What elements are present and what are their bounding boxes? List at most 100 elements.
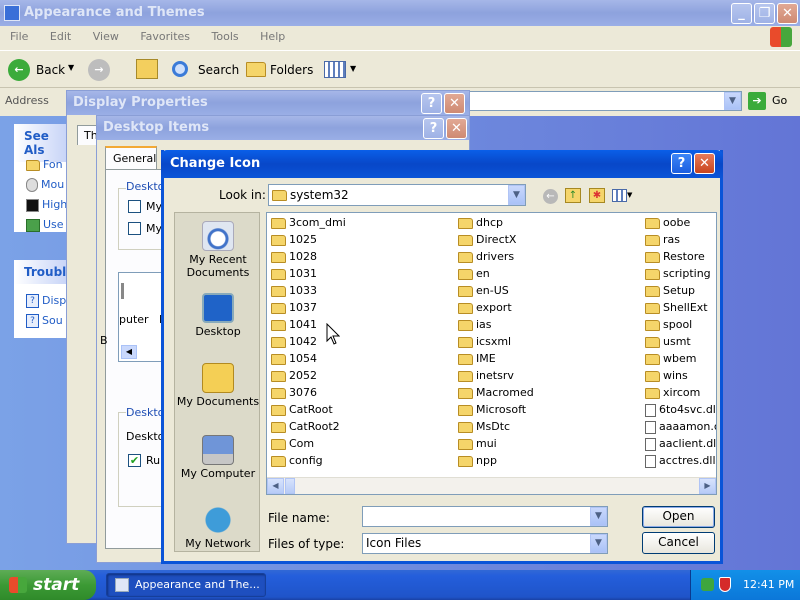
file-name-dropdown-icon[interactable]: ▼ [590, 507, 607, 526]
my-documents-checkbox[interactable] [128, 200, 141, 213]
folder-list-item[interactable]: 2052 [271, 368, 317, 384]
up-folder-icon[interactable]: ↑ [565, 188, 581, 203]
places-my-documents[interactable]: My Documents [175, 363, 261, 408]
folder-list-item[interactable]: scripting [645, 266, 711, 282]
see-also-item-fonts[interactable]: Fon [26, 158, 63, 171]
places-my-network[interactable]: My Network [175, 505, 261, 550]
folder-list-item[interactable]: ias [458, 317, 492, 333]
folder-list-item[interactable]: Com [271, 436, 314, 452]
files-of-type-dropdown-icon[interactable]: ▼ [590, 534, 607, 553]
maximize-button[interactable]: ❐ [754, 3, 775, 24]
folder-list-item[interactable]: 1054 [271, 351, 317, 367]
see-also-item-user[interactable]: Use [26, 218, 64, 232]
scroll-left-icon[interactable]: ◀ [267, 478, 284, 494]
folder-list-item[interactable]: oobe [645, 215, 690, 231]
taskbar-task-appearance[interactable]: Appearance and The... [106, 573, 266, 597]
folder-list-item[interactable]: export [458, 300, 512, 316]
file-list-item[interactable]: aaclient.dll [645, 436, 716, 452]
folder-list-item[interactable]: dhcp [458, 215, 503, 231]
help-button[interactable]: ? [421, 93, 442, 114]
list-scroll-left-icon[interactable]: ◀ [121, 345, 137, 359]
folder-list-item[interactable]: config [271, 453, 323, 469]
menu-help[interactable]: Help [260, 30, 285, 43]
look-in-dropdown[interactable]: system32 [268, 184, 526, 206]
folder-list-item[interactable]: 1033 [271, 283, 317, 299]
file-list-item[interactable]: acctres.dll [645, 453, 716, 469]
folder-list-item[interactable]: IME [458, 351, 496, 367]
folder-list-item[interactable]: DirectX [458, 232, 516, 248]
search-button[interactable]: Search [170, 57, 239, 83]
folder-list-item[interactable]: Macromed [458, 385, 534, 401]
open-button[interactable]: Open [642, 506, 715, 528]
folder-list-item[interactable]: wins [645, 368, 688, 384]
folder-list-item[interactable]: usmt [645, 334, 691, 350]
run-cleanup-checkbox[interactable]: ✔ [128, 454, 141, 467]
see-also-item-mouse[interactable]: Mou [26, 178, 64, 192]
folder-list-item[interactable]: mui [458, 436, 497, 452]
folder-list-item[interactable]: Restore [645, 249, 705, 265]
back-nav-icon[interactable]: ← [543, 189, 558, 204]
folder-list-item[interactable]: 1031 [271, 266, 317, 282]
folder-list-item[interactable]: en [458, 266, 490, 282]
menu-favorites[interactable]: Favorites [140, 30, 190, 43]
minimize-button[interactable]: _ [731, 3, 752, 24]
views-button[interactable]: ▼ [322, 59, 358, 81]
folder-list-item[interactable]: 3com_dmi [271, 215, 346, 231]
folder-list-item[interactable]: npp [458, 453, 497, 469]
file-list-item[interactable]: aaaamon.c [645, 419, 716, 435]
files-of-type-dropdown[interactable]: Icon Files [362, 533, 608, 554]
close-button[interactable]: ✕ [444, 93, 465, 114]
back-button[interactable]: ← Back ▼ [6, 57, 78, 83]
display-properties-titlebar[interactable]: Display Properties ? ✕ [67, 91, 469, 115]
go-button[interactable]: ➔ Go [748, 91, 794, 111]
scroll-right-icon[interactable]: ▶ [699, 478, 716, 494]
new-folder-icon[interactable]: ✱ [589, 188, 605, 203]
cancel-button[interactable]: Cancel [642, 532, 715, 554]
places-desktop[interactable]: Desktop [175, 293, 261, 338]
folder-list-item[interactable]: MsDtc [458, 419, 510, 435]
explorer-titlebar[interactable]: Appearance and Themes _ ❐ ✕ [0, 0, 800, 26]
scroll-thumb[interactable] [285, 478, 295, 494]
folder-list-item[interactable]: Setup [645, 283, 695, 299]
folder-list-item[interactable]: 1042 [271, 334, 317, 350]
look-in-dropdown-icon[interactable]: ▼ [508, 185, 525, 205]
folder-list-item[interactable]: 1025 [271, 232, 317, 248]
file-name-input[interactable] [362, 506, 608, 527]
folder-list-item[interactable]: drivers [458, 249, 514, 265]
menu-tools[interactable]: Tools [212, 30, 239, 43]
file-list-item[interactable]: 6to4svc.dll [645, 402, 716, 418]
folder-list-item[interactable]: en-US [458, 283, 509, 299]
folder-list-item[interactable]: ShellExt [645, 300, 708, 316]
folders-button[interactable]: Folders [244, 57, 313, 83]
close-button[interactable]: ✕ [777, 3, 798, 24]
folder-list-item[interactable]: xircom [645, 385, 700, 401]
folder-list-item[interactable]: 1028 [271, 249, 317, 265]
see-also-item-high-contrast[interactable]: High [26, 198, 67, 212]
change-icon-titlebar[interactable]: Change Icon ? ✕ [161, 150, 723, 178]
folder-list-item[interactable]: 1041 [271, 317, 317, 333]
close-button[interactable]: ✕ [694, 153, 715, 174]
folder-list-item[interactable]: Microsoft [458, 402, 526, 418]
address-input[interactable] [468, 91, 742, 111]
troubleshoot-item-display[interactable]: ? Disp [26, 294, 66, 308]
folder-list-item[interactable]: ras [645, 232, 680, 248]
general-tab[interactable]: General [105, 146, 157, 170]
folder-list-item[interactable]: wbem [645, 351, 696, 367]
folder-list-item[interactable]: icsxml [458, 334, 511, 350]
start-button[interactable]: start [0, 570, 96, 600]
forward-arrow-icon[interactable]: → [88, 59, 110, 81]
folder-list-item[interactable]: 1037 [271, 300, 317, 316]
folder-list-item[interactable]: inetsrv [458, 368, 514, 384]
my-computer-checkbox[interactable] [128, 222, 141, 235]
troubleshoot-item-sound[interactable]: ? Sou [26, 314, 63, 328]
network-tray-icon[interactable] [701, 578, 714, 591]
desktop-items-titlebar[interactable]: Desktop Items ? ✕ [97, 116, 469, 140]
places-my-computer[interactable]: My Computer [175, 435, 261, 480]
help-button[interactable]: ? [423, 118, 444, 139]
menu-view[interactable]: View [93, 30, 119, 43]
help-button[interactable]: ? [671, 153, 692, 174]
folder-list-item[interactable]: 3076 [271, 385, 317, 401]
menu-file[interactable]: File [10, 30, 28, 43]
file-list[interactable]: 3com_dmi 1025 1028 1031 1033 1037 1041 1042 1054… [266, 212, 717, 495]
menu-edit[interactable]: Edit [50, 30, 71, 43]
